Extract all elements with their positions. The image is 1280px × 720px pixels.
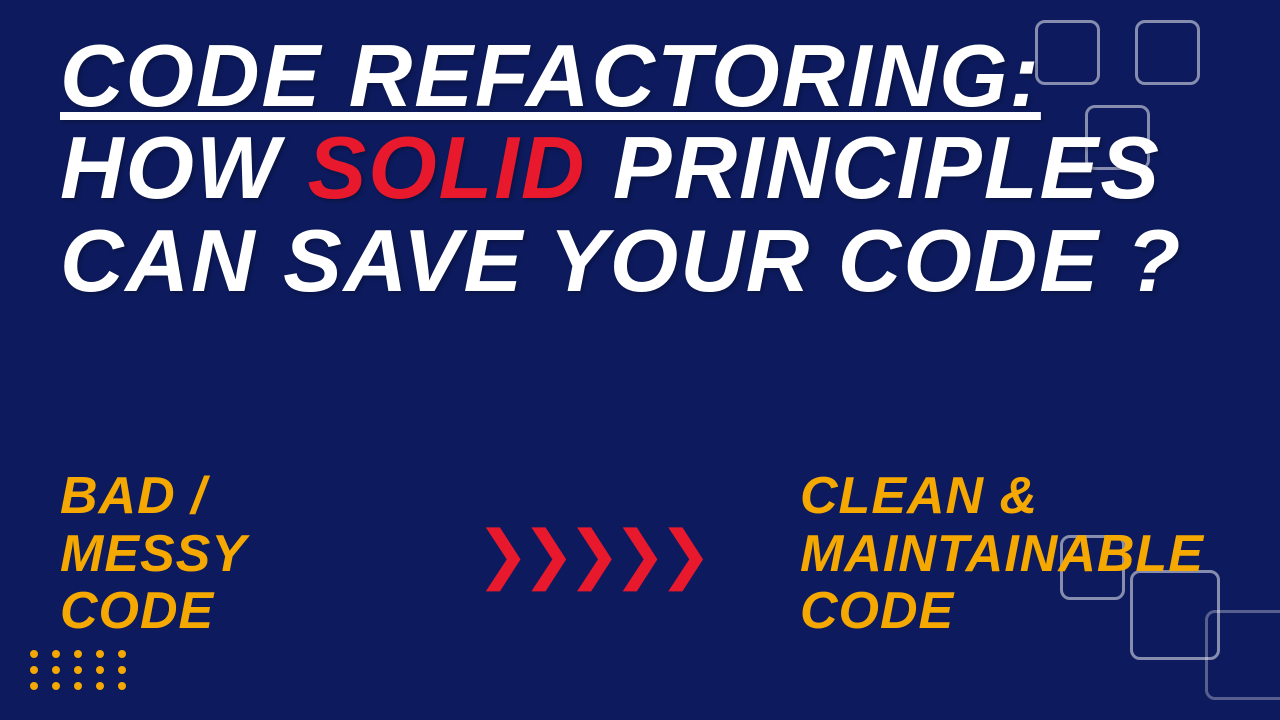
dot bbox=[30, 650, 38, 658]
background: CODE REFACTORING: HOW SOLID PRINCIPLES C… bbox=[0, 0, 1280, 720]
dot-grid bbox=[30, 650, 132, 690]
title-solid: SOLID bbox=[308, 118, 587, 217]
title-line2: HOW SOLID PRINCIPLES bbox=[60, 122, 1220, 214]
title-how: HOW bbox=[60, 118, 308, 217]
title-principles: PRINCIPLES bbox=[586, 118, 1161, 217]
dot bbox=[52, 650, 60, 658]
clean-code-line2: MAINTAINABLE bbox=[800, 525, 1204, 583]
dot bbox=[118, 682, 126, 690]
bad-code-label: BAD / MESSY CODE bbox=[60, 468, 380, 640]
dot bbox=[52, 682, 60, 690]
arrows-section: ❯❯❯❯❯ bbox=[380, 517, 800, 592]
dot bbox=[96, 666, 104, 674]
dot bbox=[30, 666, 38, 674]
main-content: CODE REFACTORING: HOW SOLID PRINCIPLES C… bbox=[60, 30, 1220, 307]
arrows-icon: ❯❯❯❯❯ bbox=[476, 517, 704, 592]
title-line3: CAN SAVE YOUR CODE ? bbox=[60, 215, 1220, 307]
dot bbox=[74, 650, 82, 658]
dot bbox=[118, 650, 126, 658]
bottom-section: BAD / MESSY CODE ❯❯❯❯❯ CLEAN & MAINTAINA… bbox=[60, 468, 1220, 640]
bad-code-line1: BAD / MESSY bbox=[60, 467, 247, 582]
dot bbox=[52, 666, 60, 674]
clean-code-line3: CODE bbox=[800, 582, 954, 640]
dot bbox=[96, 650, 104, 658]
bad-code-line2: CODE bbox=[60, 582, 214, 640]
title-line1: CODE REFACTORING: bbox=[60, 30, 1220, 122]
clean-code-line1: CLEAN & bbox=[800, 467, 1038, 525]
dot bbox=[118, 666, 126, 674]
dot bbox=[96, 682, 104, 690]
dot bbox=[74, 666, 82, 674]
dot bbox=[30, 682, 38, 690]
dot bbox=[74, 682, 82, 690]
clean-code-label: CLEAN & MAINTAINABLE CODE bbox=[800, 468, 1220, 640]
